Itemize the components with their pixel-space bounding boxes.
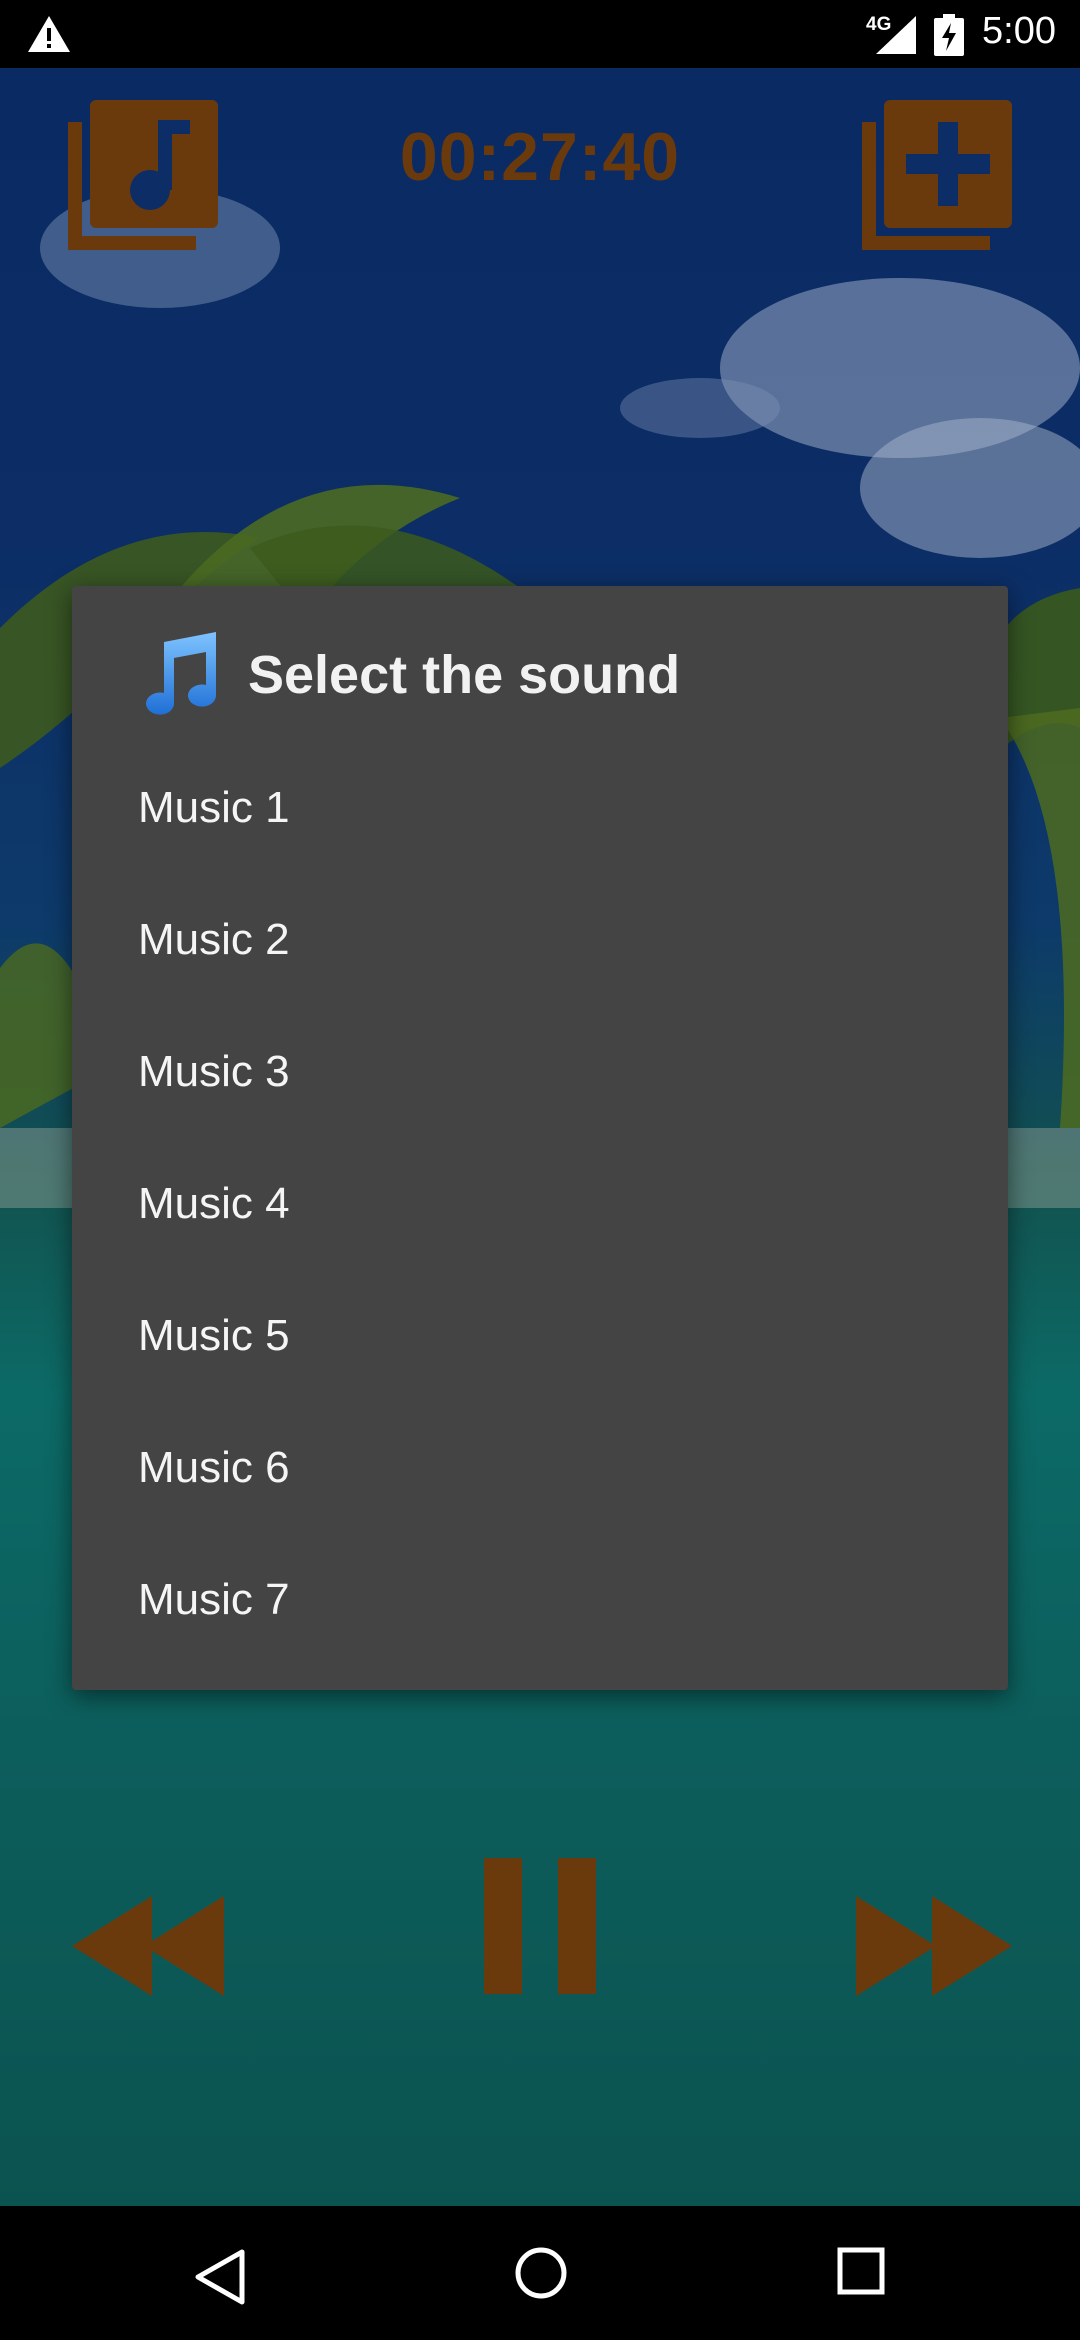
dialog-title: Select the sound	[248, 645, 681, 705]
recents-icon[interactable]	[836, 2246, 886, 2296]
battery-charging-icon	[934, 14, 964, 56]
list-item[interactable]: Music 2	[72, 874, 1008, 1006]
warning-icon	[28, 16, 70, 52]
list-item[interactable]: Music 1	[72, 742, 1008, 874]
home-icon[interactable]	[514, 2246, 568, 2300]
list-item[interactable]: Music 7	[72, 1534, 1008, 1666]
dialog-header: Select the sound	[136, 630, 936, 720]
status-bar: 4G 5:00	[0, 0, 1080, 68]
select-sound-dialog: Select the sound Music 1 Music 2 Music 3…	[72, 586, 1008, 1690]
back-icon[interactable]	[190, 2246, 252, 2308]
sound-list: Music 1 Music 2 Music 3 Music 4 Music 5 …	[72, 742, 1008, 1666]
list-item[interactable]: Music 6	[72, 1402, 1008, 1534]
list-item[interactable]: Music 3	[72, 1006, 1008, 1138]
navigation-bar	[0, 2206, 1080, 2340]
list-item[interactable]: Music 4	[72, 1138, 1008, 1270]
clock: 5:00	[982, 10, 1056, 52]
cell-signal-icon	[876, 16, 916, 54]
music-note-icon	[146, 632, 216, 715]
list-item[interactable]: Music 5	[72, 1270, 1008, 1402]
